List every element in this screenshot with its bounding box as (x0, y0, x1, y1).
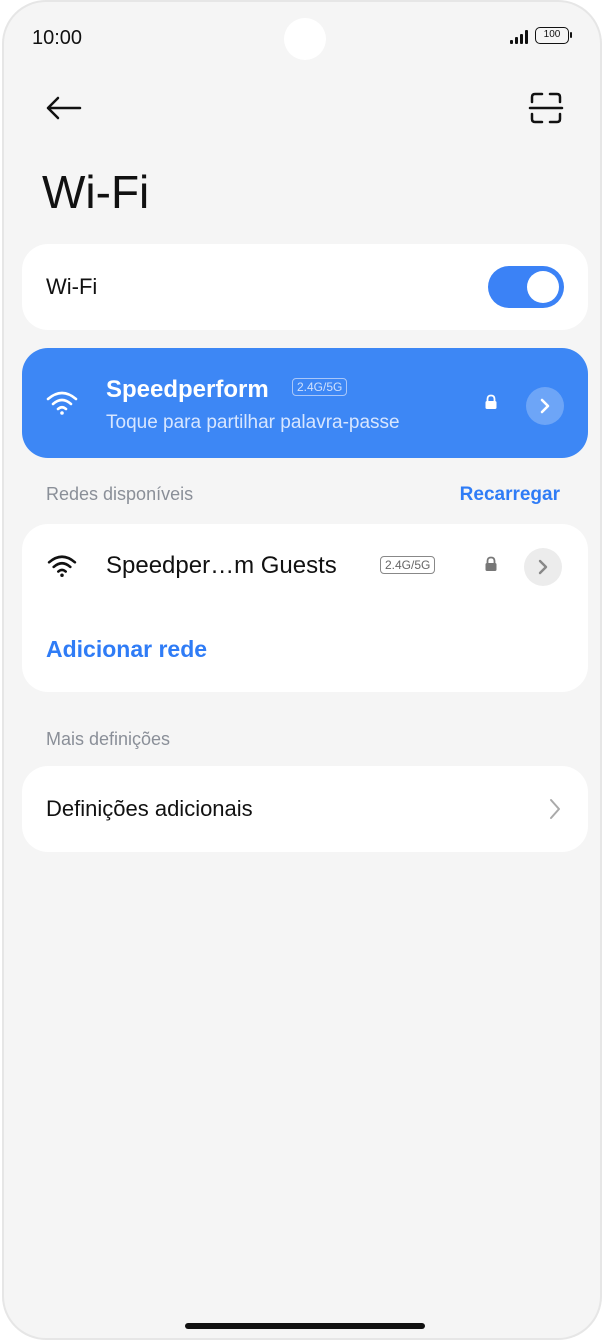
available-networks-label: Redes disponíveis (46, 484, 194, 504)
network-name: Speedper…m Guests (106, 552, 337, 579)
share-password-hint: Toque para partilhar palavra-passe (106, 412, 400, 433)
chevron-right-icon (548, 798, 562, 820)
network-band: 2.4G/5G (380, 556, 436, 574)
additional-settings-item[interactable]: Definições adicionais (22, 766, 588, 852)
page-title: Wi-Fi (42, 166, 150, 218)
battery-icon: 100 (535, 27, 569, 44)
battery-tip (570, 32, 572, 38)
wifi-signal-icon (46, 390, 78, 416)
chevron-right-icon (538, 559, 548, 575)
add-network-button[interactable]: Adicionar rede (46, 636, 207, 663)
wifi-toggle-label: Wi-Fi (46, 274, 98, 299)
reload-button[interactable]: Recarregar (460, 484, 560, 506)
lock-icon (484, 556, 498, 577)
more-settings-label: Mais definições (46, 729, 171, 749)
list-item[interactable]: Speedper…m Guests 2.4G/5G (22, 524, 588, 608)
status-bar: 10:00 100 (2, 0, 602, 80)
home-indicator[interactable] (185, 1323, 425, 1329)
network-details-button[interactable] (524, 548, 562, 586)
wifi-signal-icon (46, 554, 78, 578)
wifi-toggle-switch[interactable] (488, 266, 564, 308)
back-arrow-icon[interactable] (42, 88, 86, 128)
status-time: 10:00 (32, 27, 83, 49)
wifi-toggle-card: Wi-Fi (22, 244, 588, 330)
connected-network-name: Speedperform (106, 376, 269, 403)
signal-icon (510, 30, 532, 44)
connected-network-band: 2.4G/5G (292, 378, 348, 396)
toggle-knob (527, 271, 559, 303)
network-details-button[interactable] (526, 387, 564, 425)
qr-scan-icon[interactable] (524, 88, 568, 128)
additional-settings-label: Definições adicionais (46, 796, 253, 821)
connected-network-card[interactable]: Speedperform 2.4G/5G Toque para partilha… (22, 348, 588, 458)
phone-screen: 10:00 100 Wi-Fi Wi-Fi Speedperform 2.4G/… (2, 0, 602, 1340)
available-networks-card: Speedper…m Guests 2.4G/5G Adicionar rede (22, 524, 588, 692)
chevron-right-icon (540, 398, 550, 414)
battery-level: 100 (543, 29, 561, 40)
front-camera (284, 18, 326, 60)
lock-icon (484, 394, 498, 415)
